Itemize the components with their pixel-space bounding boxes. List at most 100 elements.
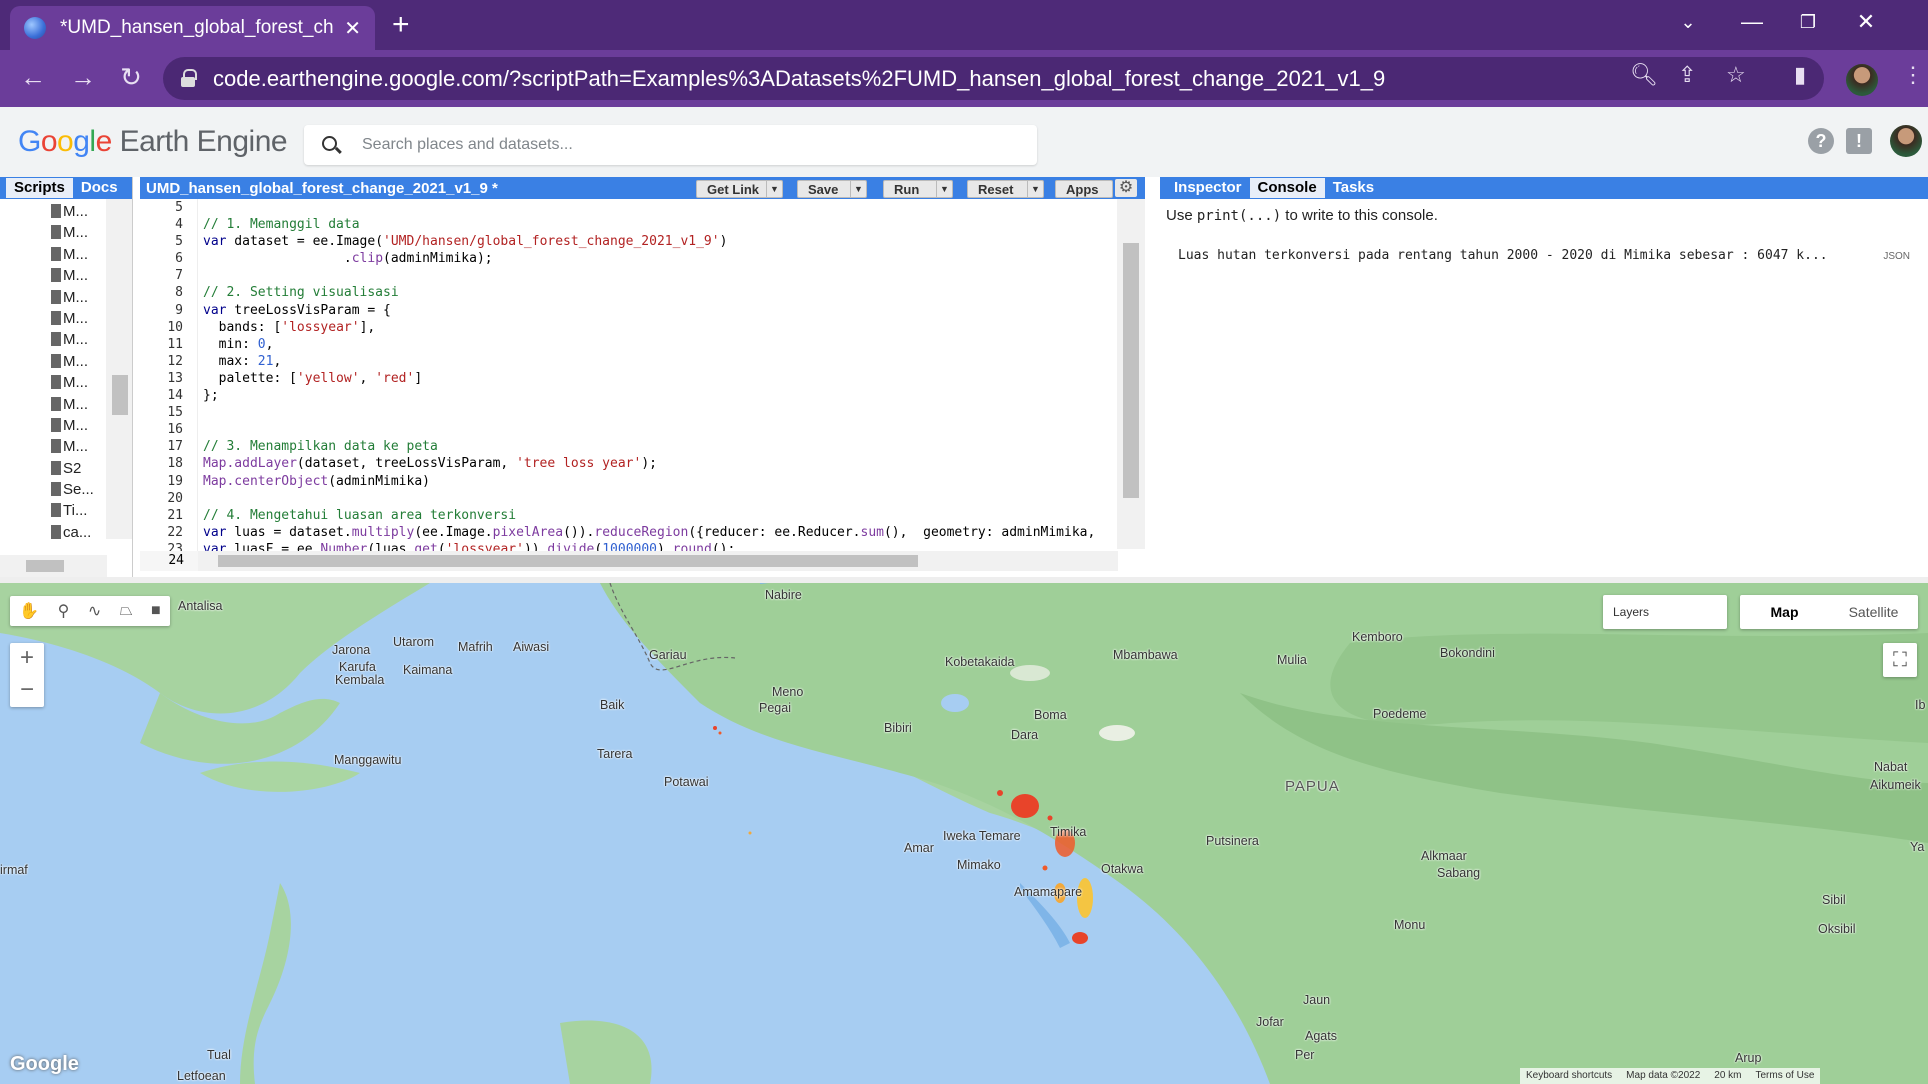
zoom-control: + −	[10, 643, 44, 707]
close-window-icon[interactable]: ✕	[1838, 0, 1894, 44]
minimize-icon[interactable]: —	[1724, 0, 1780, 44]
browser-menu-icon[interactable]: ⋮	[1902, 62, 1924, 88]
back-icon[interactable]: ←	[16, 62, 50, 93]
draw-rectangle-icon[interactable]: ■	[151, 602, 161, 620]
line-number: 14	[167, 388, 183, 404]
side-panel-icon[interactable]: ▮	[1794, 62, 1806, 88]
map-label: Kembala	[335, 673, 385, 687]
browser-tab[interactable]: *UMD_hansen_global_forest_cha ✕	[10, 6, 375, 50]
restore-icon[interactable]: ❐	[1780, 0, 1836, 44]
scripts-horizontal-scrollbar[interactable]	[0, 555, 107, 577]
zoom-icon[interactable]: 🔍︎	[1630, 62, 1658, 88]
terms-link[interactable]: Terms of Use	[1756, 1070, 1815, 1082]
scrollbar-thumb[interactable]	[1123, 243, 1139, 498]
scrollbar-thumb[interactable]	[218, 555, 918, 567]
line-number: 21	[167, 507, 183, 523]
search-input[interactable]: Search places and datasets...	[304, 125, 1037, 165]
map-type-control: Map Satellite	[1740, 595, 1918, 629]
scrollbar-thumb[interactable]	[26, 560, 64, 572]
map-type-satellite-button[interactable]: Satellite	[1829, 595, 1918, 629]
map-type-map-button[interactable]: Map	[1740, 595, 1829, 629]
forward-icon[interactable]: →	[66, 62, 100, 93]
tab-title: *UMD_hansen_global_forest_cha	[60, 17, 335, 38]
feedback-icon[interactable]: !	[1846, 128, 1872, 154]
tab-tasks[interactable]: Tasks	[1325, 178, 1382, 198]
reset-button[interactable]: Reset ▼	[967, 180, 1044, 198]
editor-vertical-scrollbar[interactable]	[1117, 199, 1145, 549]
script-title: UMD_hansen_global_forest_change_2021_v1_…	[146, 179, 498, 197]
scripts-vertical-scrollbar[interactable]	[106, 199, 132, 539]
map-label: Jaun	[1303, 993, 1331, 1007]
lock-icon	[181, 69, 197, 87]
chevron-down-icon: ▼	[1027, 181, 1043, 197]
draw-polygon-icon[interactable]: ⏢	[120, 602, 133, 620]
tab-docs[interactable]: Docs	[73, 178, 126, 198]
code-line: var treeLossVisParam = {	[203, 302, 391, 318]
map-label: Aiwasi	[513, 640, 550, 654]
map-label: Poedeme	[1373, 707, 1427, 721]
console-hint: Use print(...) to write to this console.	[1166, 207, 1438, 224]
bookmark-star-icon[interactable]: ☆	[1726, 62, 1746, 88]
line-number: 17	[167, 439, 183, 455]
map-label: Iweka Temare	[943, 829, 1021, 843]
reload-icon[interactable]: ↻	[114, 62, 148, 93]
earth-engine-favicon-icon	[24, 17, 46, 39]
chevron-down-icon: ▼	[850, 181, 866, 197]
run-button[interactable]: Run ▼	[883, 180, 953, 198]
pan-hand-icon[interactable]: ✋	[19, 601, 39, 621]
map-label: Jarona	[332, 643, 371, 657]
tab-search-chevron-icon[interactable]: ⌄	[1660, 0, 1716, 44]
line-number: 8	[175, 285, 183, 301]
code-line: min: 0,	[203, 336, 274, 352]
tab-close-icon[interactable]: ✕	[344, 16, 361, 41]
profile-avatar[interactable]	[1846, 64, 1878, 96]
console-output[interactable]: Luas hutan terkonversi pada rentang tahu…	[1160, 248, 1928, 263]
drawing-toolbox: ✋ ⚲ ∿ ⏢ ■	[10, 596, 170, 626]
gear-icon[interactable]: ⚙	[1115, 179, 1137, 197]
line-number: 18	[167, 456, 183, 472]
console-panel: Inspector Console Tasks Use print(...) t…	[1160, 177, 1928, 577]
map-label: Kemboro	[1352, 630, 1403, 644]
map-label: Timika	[1050, 825, 1087, 839]
editor-horizontal-scrollbar[interactable]	[198, 551, 1118, 571]
share-icon[interactable]: ⇪	[1678, 62, 1696, 88]
map-label: Mimako	[957, 858, 1001, 872]
map-label: Kobetakaida	[945, 655, 1015, 669]
fullscreen-icon[interactable]: ⛶	[1883, 643, 1917, 677]
code-line: // 2. Setting visualisasi	[203, 285, 399, 301]
map-label: Alkmaar	[1421, 849, 1467, 863]
new-tab-button[interactable]: +	[392, 8, 410, 42]
add-marker-icon[interactable]: ⚲	[58, 601, 70, 621]
line-number: 15	[167, 405, 183, 421]
map-label: Otakwa	[1101, 862, 1144, 876]
zoom-in-button[interactable]: +	[10, 643, 44, 675]
url-bar[interactable]: code.earthengine.google.com/?scriptPath=…	[163, 57, 1824, 100]
code-line: max: 21,	[203, 353, 282, 369]
map-label: Ib	[1915, 698, 1926, 712]
earth-engine-logo[interactable]: Google Earth Engine	[18, 125, 288, 159]
map-label: Nabat	[1874, 760, 1908, 774]
line-number: 19	[167, 473, 183, 489]
json-toggle[interactable]: JSON	[1883, 251, 1910, 263]
code-lines[interactable]: // 1. Memanggil data var dataset = ee.Im…	[203, 199, 1117, 558]
zoom-out-button[interactable]: −	[10, 675, 44, 707]
help-icon[interactable]: ?	[1808, 128, 1834, 154]
layers-button[interactable]: Layers	[1603, 595, 1727, 629]
get-link-button[interactable]: Get Link ▼	[696, 180, 783, 198]
save-button[interactable]: Save ▼	[797, 180, 867, 198]
map-label: Dara	[1011, 728, 1039, 742]
tab-scripts[interactable]: Scripts	[6, 178, 73, 198]
tab-console[interactable]: Console	[1249, 178, 1325, 198]
tab-inspector[interactable]: Inspector	[1166, 178, 1250, 198]
map-view[interactable]: ✋ ⚲ ∿ ⏢ ■ + − Layers Map Satellite ⛶ Ant…	[0, 583, 1928, 1084]
scrollbar-thumb[interactable]	[112, 375, 128, 415]
draw-line-icon[interactable]: ∿	[88, 601, 101, 621]
line-number: 16	[167, 422, 183, 438]
keyboard-shortcuts-link[interactable]: Keyboard shortcuts	[1526, 1070, 1612, 1082]
map-label: Bokondini	[1440, 646, 1495, 660]
apps-button[interactable]: Apps	[1055, 180, 1113, 198]
code-area[interactable]: 5 4 5 6 7 8 9 10 11 12 13 14 15 16 17 18 19 20 21 22 23 // 1…	[140, 199, 1145, 569]
account-avatar[interactable]	[1890, 125, 1922, 157]
line-number: 10	[167, 319, 183, 335]
